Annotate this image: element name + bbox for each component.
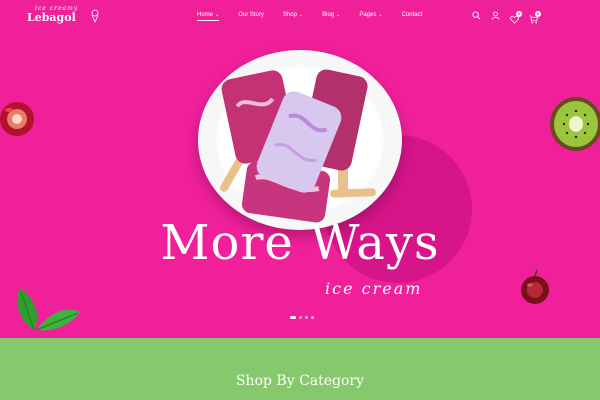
popsicles-image — [219, 69, 376, 223]
cart-count: 0 — [535, 11, 541, 17]
wishlist-button[interactable]: 0 — [510, 11, 522, 24]
wishlist-count: 0 — [516, 11, 522, 17]
section-title: Shop By Category — [235, 373, 365, 389]
cart-button[interactable]: 0 — [529, 11, 541, 24]
hero-banner: More Ways ice cream ice creamy Lebagol H… — [0, 0, 600, 338]
hero-subline: ice cream — [325, 279, 423, 298]
nav-pages[interactable]: Pages ⌄ — [359, 12, 382, 18]
nav-contact[interactable]: Contact — [402, 12, 423, 18]
nav-our-story[interactable]: Our Story — [238, 12, 264, 18]
cherry-image — [0, 102, 34, 136]
slider-pagination — [290, 316, 314, 319]
cherry-image — [521, 270, 549, 304]
category-band — [0, 338, 600, 400]
slide-dot-1[interactable] — [290, 316, 296, 319]
nav-label: Home — [197, 12, 214, 18]
nav-blog[interactable]: Blog ⌄ — [322, 12, 340, 18]
nav-label: Blog — [322, 12, 335, 18]
kiwi-image — [550, 97, 600, 151]
chevron-down-icon: ⌄ — [215, 12, 220, 18]
site-header: ice creamy Lebagol Home ⌄ Our Story Shop ⌄… — [0, 0, 600, 32]
nav-label: Shop — [282, 12, 297, 18]
slide-dot-3[interactable] — [305, 316, 308, 319]
nav-label: Contact — [401, 12, 423, 18]
chevron-down-icon: ⌄ — [336, 12, 341, 18]
chevron-down-icon: ⌄ — [298, 12, 304, 18]
chevron-down-icon: ⌄ — [378, 12, 383, 18]
nav-label: Pages — [359, 12, 377, 18]
site-logo[interactable]: ice creamy Lebagol — [27, 5, 99, 24]
hero-headline: More Ways — [160, 215, 440, 271]
nav-home[interactable]: Home ⌄ — [197, 12, 220, 21]
main-nav: Home ⌄ Our Story Shop ⌄ Blog ⌄ Pages ⌄ Conta… — [197, 12, 441, 21]
leaves-image — [17, 288, 80, 331]
nav-label: Our Story — [238, 12, 264, 18]
header-icons: 0 0 — [472, 11, 541, 24]
slide-dot-4[interactable] — [311, 316, 314, 319]
nav-shop[interactable]: Shop ⌄ — [283, 12, 303, 18]
search-icon[interactable] — [472, 11, 481, 20]
ice-cream-icon — [91, 9, 99, 23]
user-icon[interactable] — [491, 11, 500, 20]
logo-name: Lebagol — [27, 11, 76, 24]
slide-dot-2[interactable] — [299, 316, 302, 319]
